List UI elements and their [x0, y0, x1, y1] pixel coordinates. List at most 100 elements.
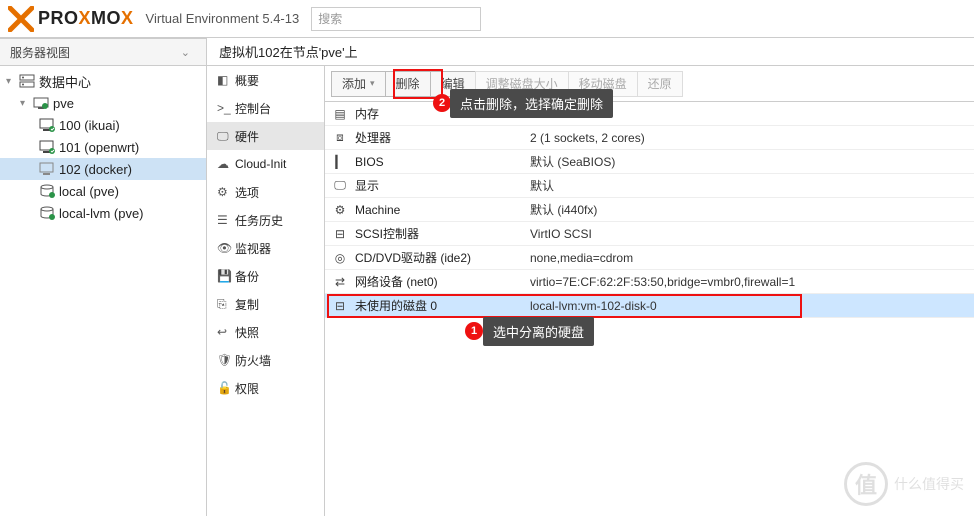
app-header: PROXMOX Virtual Environment 5.4-13 搜索: [0, 0, 974, 38]
tree-datacenter[interactable]: ▾ 数据中心: [0, 70, 206, 92]
left-panel: 服务器视图 ⌄ ▾ 数据中心 ▾ pve 100 (ikuai) 101 (op…: [0, 38, 207, 516]
tree-storage-local[interactable]: local (pve): [0, 180, 206, 202]
tree-vm-100[interactable]: 100 (ikuai): [0, 114, 206, 136]
tree-label: 数据中心: [39, 72, 91, 91]
hw-label: SCSI控制器: [355, 225, 530, 242]
hw-label: 显示: [355, 177, 530, 194]
hw-label: 未使用的磁盘 0: [355, 297, 530, 314]
main: 服务器视图 ⌄ ▾ 数据中心 ▾ pve 100 (ikuai) 101 (op…: [0, 38, 974, 516]
eye-icon: 👁: [217, 241, 235, 255]
hardware-row[interactable]: ◎CD/DVD驱动器 (ide2)none,media=cdrom: [325, 246, 974, 270]
hw-icon: ⇄: [325, 275, 355, 289]
search-input[interactable]: 搜索: [311, 7, 481, 31]
hw-label: Machine: [355, 203, 530, 217]
tree-vm-101[interactable]: 101 (openwrt): [0, 136, 206, 158]
save-icon: 💾: [217, 269, 235, 283]
sidemenu-firewall[interactable]: 🛡防火墙: [207, 346, 324, 374]
sidemenu-replication[interactable]: ⎘复制: [207, 290, 324, 318]
hw-icon: ▤: [325, 107, 355, 121]
sidemenu-hardware[interactable]: 🖵硬件: [207, 122, 324, 150]
tree-node-pve[interactable]: ▾ pve: [0, 92, 206, 114]
node-icon: [32, 95, 50, 111]
sidemenu-options[interactable]: ⚙选项: [207, 178, 324, 206]
tree-vm-102[interactable]: 102 (docker): [0, 158, 206, 180]
right-panel: 虚拟机102在节点'pve'上 ◧概要 >_控制台 🖵硬件 ☁Cloud-Ini…: [207, 38, 974, 516]
hardware-row[interactable]: ▤内存2.00 GiB: [325, 102, 974, 126]
watermark: 值 什么值得买: [844, 462, 964, 506]
hardware-table: ▤内存2.00 GiB⧈处理器2 (1 sockets, 2 cores)▎BI…: [325, 102, 974, 516]
header-title: Virtual Environment 5.4-13: [146, 11, 300, 26]
list-icon: ☰: [217, 213, 235, 227]
hw-value: 默认 (i440fx): [530, 201, 974, 218]
hardware-row[interactable]: ⧈处理器2 (1 sockets, 2 cores): [325, 126, 974, 150]
copy-icon: ⎘: [217, 297, 235, 312]
hw-value: virtio=7E:CF:62:2F:53:50,bridge=vmbr0,fi…: [530, 275, 974, 289]
add-button[interactable]: 添加: [331, 71, 386, 97]
tree-toggle-icon[interactable]: ▾: [6, 76, 18, 87]
hardware-row[interactable]: ⊟SCSI控制器VirtIO SCSI: [325, 222, 974, 246]
vm-icon: [38, 161, 56, 177]
detail-panel: 添加 删除 编辑 调整磁盘大小 移动磁盘 还原 ▤内存2.00 GiB⧈处理器2…: [325, 66, 974, 516]
monitor-icon: 🖵: [217, 129, 235, 144]
tree-label: local (pve): [59, 184, 119, 199]
hw-label: BIOS: [355, 155, 530, 169]
server-icon: [18, 73, 36, 89]
sidemenu-backup[interactable]: 💾备份: [207, 262, 324, 290]
annotation-badge-2: 2: [433, 94, 451, 112]
hardware-row[interactable]: ⊟未使用的磁盘 0local-lvm:vm-102-disk-0: [325, 294, 974, 318]
gear-icon: ⚙: [217, 185, 235, 199]
storage-icon: [38, 183, 56, 199]
sidemenu-taskhistory[interactable]: ☰任务历史: [207, 206, 324, 234]
tree-storage-lvm[interactable]: local-lvm (pve): [0, 202, 206, 224]
sidemenu-monitor[interactable]: 👁监视器: [207, 234, 324, 262]
tree-label: local-lvm (pve): [59, 206, 144, 221]
hardware-row[interactable]: ⇄网络设备 (net0)virtio=7E:CF:62:2F:53:50,bri…: [325, 270, 974, 294]
hardware-row[interactable]: 🖵显示默认: [325, 174, 974, 198]
vm-icon: [38, 139, 56, 155]
hw-label: 处理器: [355, 129, 530, 146]
content-body: ◧概要 >_控制台 🖵硬件 ☁Cloud-Init ⚙选项 ☰任务历史 👁监视器…: [207, 66, 974, 516]
terminal-icon: >_: [217, 101, 235, 115]
tree-label: pve: [53, 96, 74, 111]
cloud-icon: ☁: [217, 157, 235, 171]
left-panel-header: 服务器视图 ⌄: [0, 38, 206, 66]
sidemenu-summary[interactable]: ◧概要: [207, 66, 324, 94]
lock-icon: 🔓: [217, 381, 235, 395]
sidemenu-snapshot[interactable]: ↩快照: [207, 318, 324, 346]
hw-value: 默认: [530, 177, 974, 194]
hw-icon: 🖵: [325, 178, 355, 193]
watermark-icon: 值: [844, 462, 888, 506]
hw-value: local-lvm:vm-102-disk-0: [530, 299, 974, 313]
logo: PROXMOX: [8, 6, 134, 32]
annotation-callout-1: 选中分离的硬盘: [483, 317, 594, 346]
hw-icon: ▎: [325, 155, 355, 169]
storage-icon: [38, 205, 56, 221]
left-panel-title: 服务器视图: [10, 44, 70, 61]
tree-label: 101 (openwrt): [59, 140, 139, 155]
tree-label: 102 (docker): [59, 162, 132, 177]
remove-button[interactable]: 删除: [385, 71, 431, 97]
hardware-row[interactable]: ⚙Machine默认 (i440fx): [325, 198, 974, 222]
hw-value: 2 (1 sockets, 2 cores): [530, 131, 974, 145]
shield-icon: 🛡: [217, 353, 235, 367]
history-icon: ↩: [217, 325, 235, 339]
search-placeholder: 搜索: [318, 10, 342, 27]
chevron-down-icon[interactable]: ⌄: [175, 46, 196, 59]
hw-value: none,media=cdrom: [530, 251, 974, 265]
hw-value: 默认 (SeaBIOS): [530, 153, 974, 170]
hw-icon: ⊟: [325, 299, 355, 313]
hw-icon: ⧈: [325, 130, 355, 145]
sidemenu-console[interactable]: >_控制台: [207, 94, 324, 122]
sidemenu: ◧概要 >_控制台 🖵硬件 ☁Cloud-Init ⚙选项 ☰任务历史 👁监视器…: [207, 66, 325, 516]
hw-label: 网络设备 (net0): [355, 273, 530, 290]
sidemenu-cloudinit[interactable]: ☁Cloud-Init: [207, 150, 324, 178]
toolbar: 添加 删除 编辑 调整磁盘大小 移动磁盘 还原: [325, 66, 974, 102]
resource-tree: ▾ 数据中心 ▾ pve 100 (ikuai) 101 (openwrt) 1…: [0, 66, 206, 516]
hardware-row[interactable]: ▎BIOS默认 (SeaBIOS): [325, 150, 974, 174]
vm-icon: [38, 117, 56, 133]
tree-toggle-icon[interactable]: ▾: [20, 98, 32, 109]
hw-icon: ⚙: [325, 203, 355, 217]
sidemenu-permissions[interactable]: 🔓权限: [207, 374, 324, 402]
revert-button[interactable]: 还原: [637, 71, 683, 97]
brand-text: PROXMOX: [38, 8, 134, 29]
